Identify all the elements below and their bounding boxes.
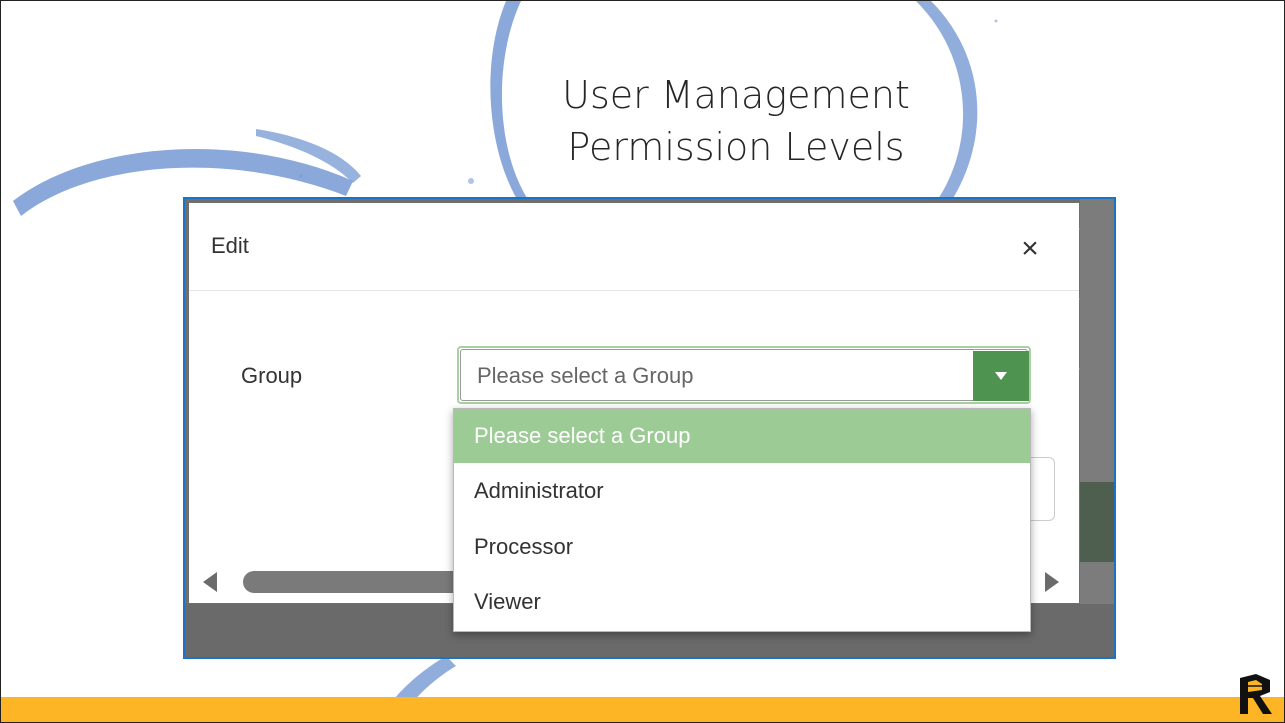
- slide-title: User Management Permission Levels: [471, 69, 1001, 173]
- scroll-right-icon[interactable]: [1045, 572, 1059, 592]
- background-column: [1080, 199, 1114, 657]
- dropdown-toggle-button[interactable]: [973, 351, 1029, 401]
- group-select-value: Please select a Group: [477, 363, 694, 388]
- scroll-left-icon[interactable]: [203, 572, 217, 592]
- group-label: Group: [241, 363, 303, 388]
- modal-title: Edit: [211, 233, 249, 258]
- footer-bar: [1, 697, 1284, 722]
- dropdown-option-administrator[interactable]: Administrator: [454, 464, 1030, 518]
- group-select[interactable]: Please select a Group: [457, 346, 1031, 404]
- slide: User Management Permission Levels Edit ×…: [0, 0, 1285, 723]
- group-dropdown-list: Please select a Group Administrator Proc…: [453, 408, 1031, 632]
- close-icon[interactable]: ×: [1012, 231, 1048, 267]
- dropdown-option-processor[interactable]: Processor: [454, 520, 1030, 574]
- modal-header: Edit ×: [189, 203, 1079, 291]
- slide-title-line-2: Permission Levels: [567, 125, 905, 169]
- dropdown-option-placeholder[interactable]: Please select a Group: [454, 409, 1030, 463]
- dropdown-option-viewer[interactable]: Viewer: [454, 575, 1030, 629]
- dropdown-arrow-icon: [995, 372, 1007, 380]
- hidden-field-edge: [1031, 457, 1055, 521]
- scroll-thumb[interactable]: [243, 571, 483, 593]
- group-select-inner: Please select a Group: [460, 349, 1029, 401]
- brand-logo-icon: [1240, 674, 1272, 714]
- slide-title-line-1: User Management: [562, 73, 910, 117]
- background-button: [1080, 482, 1114, 562]
